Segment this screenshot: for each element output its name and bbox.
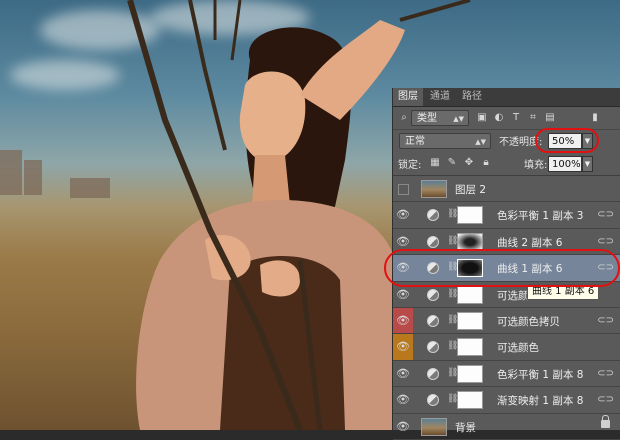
filter-row: ⌕ 类型 ▲▼ ▣ ◐ T ⌗ ▤ ▮ xyxy=(393,107,620,130)
filter-kind-select[interactable]: 类型 ▲▼ xyxy=(411,110,469,126)
adjustment-icon xyxy=(427,367,439,380)
layer-mask[interactable] xyxy=(457,338,483,357)
blend-mode-value: 正常 xyxy=(405,136,425,147)
eye-icon[interactable]: 👁︎ xyxy=(393,414,413,439)
layer-row-selective-color-copy[interactable]: 👁︎ ⛓︎ 可选颜色拷贝 ⊂⊃ xyxy=(393,307,620,335)
opacity-highlight-ring xyxy=(535,128,599,153)
adjustment-icon xyxy=(427,288,439,301)
lock-row: 锁定: ▦ ✎ ✥ 🔒︎ 填充: 100% ▼ xyxy=(393,153,620,176)
layer-row-selective-color-2[interactable]: 👁︎ ⛓︎ 可选颜色 xyxy=(393,334,620,361)
adjustment-icon xyxy=(427,341,439,354)
filter-type-icon[interactable]: T xyxy=(509,111,523,125)
layer-name: 背景 xyxy=(455,421,476,434)
layer-thumbnail xyxy=(421,180,447,198)
link-icon: ⊂⊃ xyxy=(597,314,614,326)
filter-adjustment-icon[interactable]: ◐ xyxy=(492,111,506,125)
layer-row-color-balance-copy-8[interactable]: 👁︎ ⛓︎ 色彩平衡 1 副本 8 ⊂⊃ xyxy=(393,361,620,388)
blend-row: 正常 ▲▼ 不透明度: 50% ▼ xyxy=(393,128,620,153)
layer-name: 色彩平衡 1 副本 3 xyxy=(497,210,584,223)
layer-name: 图层 2 xyxy=(455,184,487,196)
layer-name: 色彩平衡 1 副本 8 xyxy=(497,368,584,381)
layer-name: 渐变映射 1 副本 8 xyxy=(497,395,584,408)
layer-list: 图层 2 👁︎ ⛓︎ 色彩平衡 1 副本 3 ⊂⊃ 👁︎ ⛓︎ 曲线 2 副本 … xyxy=(393,176,620,440)
link-icon: ⊂⊃ xyxy=(597,235,614,247)
layer-mask[interactable] xyxy=(457,206,483,225)
link-icon: ⊂⊃ xyxy=(597,394,614,406)
adjustment-icon xyxy=(427,314,439,327)
blend-mode-select[interactable]: 正常 ▲▼ xyxy=(399,133,491,149)
chevron-down-icon: ▲▼ xyxy=(475,138,486,146)
layer-mask[interactable] xyxy=(457,364,483,383)
fill-label: 填充: xyxy=(524,160,548,171)
filter-shape-icon[interactable]: ⌗ xyxy=(526,111,540,125)
filter-pixel-icon[interactable]: ▣ xyxy=(475,111,489,125)
adjustment-icon xyxy=(427,235,439,248)
eye-icon[interactable]: 👁︎ xyxy=(393,387,413,412)
panel-tabs: 图层 通道 路径 xyxy=(393,88,620,107)
filter-kind-value: 类型 xyxy=(417,113,437,124)
lock-all-icon[interactable]: 🔒︎ xyxy=(479,156,493,170)
eye-icon[interactable]: 👁︎ xyxy=(393,202,413,227)
adjustment-icon xyxy=(427,209,439,222)
eye-icon[interactable]: 👁︎ xyxy=(393,361,413,386)
lock-move-icon[interactable]: ✥ xyxy=(462,156,476,170)
layer-thumbnail xyxy=(421,417,447,436)
lock-transparent-icon[interactable]: ▦ xyxy=(428,156,442,170)
visibility-toggle-empty[interactable] xyxy=(393,176,413,201)
tab-layers[interactable]: 图层 xyxy=(393,88,423,106)
layer-name: 曲线 2 副本 6 xyxy=(497,236,563,249)
link-icon: ⊂⊃ xyxy=(597,209,614,221)
layer-mask[interactable] xyxy=(457,285,483,304)
fill-dropdown-icon[interactable]: ▼ xyxy=(582,156,593,172)
layer-name: 可选颜色 xyxy=(497,342,539,355)
lock-label: 锁定: xyxy=(398,160,422,171)
tab-channels[interactable]: 通道 xyxy=(425,88,455,106)
lock-paint-icon[interactable]: ✎ xyxy=(445,156,459,170)
layer-row-color-balance-copy-3[interactable]: 👁︎ ⛓︎ 色彩平衡 1 副本 3 ⊂⊃ xyxy=(393,202,620,229)
tab-paths[interactable]: 路径 xyxy=(457,88,487,106)
eye-icon[interactable]: 👁︎ xyxy=(393,307,413,334)
adjustment-icon xyxy=(427,394,439,407)
layer-mask[interactable] xyxy=(457,391,483,410)
layer-row-layer-2[interactable]: 图层 2 xyxy=(393,176,620,203)
layer-row-gradient-map-copy-8[interactable]: 👁︎ ⛓︎ 渐变映射 1 副本 8 ⊂⊃ xyxy=(393,387,620,414)
search-icon: ⌕ xyxy=(401,112,407,123)
chevron-down-icon: ▲▼ xyxy=(453,115,464,123)
filter-toggle-icon[interactable]: ▮ xyxy=(588,111,602,125)
filter-smart-object-icon[interactable]: ▤ xyxy=(543,111,557,125)
layer-row-background[interactable]: 👁︎ 背景 xyxy=(393,414,620,440)
layer-name: 可选颜色拷贝 xyxy=(497,315,560,328)
eye-icon[interactable]: 👁︎ xyxy=(393,334,413,360)
link-icon: ⊂⊃ xyxy=(597,367,614,379)
selected-layer-highlight-ring xyxy=(384,249,620,287)
layer-mask[interactable] xyxy=(457,311,483,330)
fill-input[interactable]: 100% xyxy=(548,156,582,172)
lock-icon xyxy=(601,414,610,428)
